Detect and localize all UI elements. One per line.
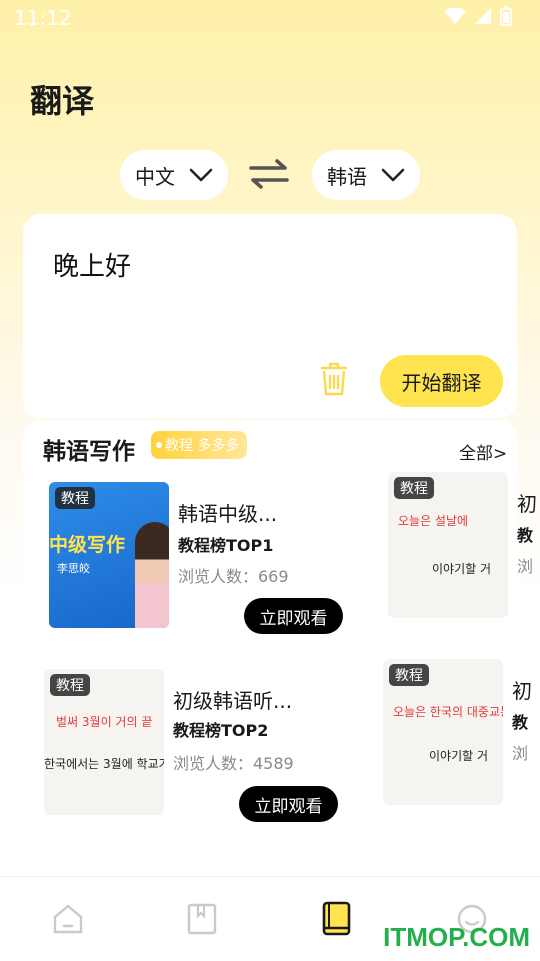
thumbnail-text: 이야기할 거 — [429, 749, 489, 763]
source-language-label: 中文 — [135, 164, 175, 189]
course-views: 浏览人数：4589 — [173, 754, 294, 773]
thumbnail-title: 中级写作 — [49, 534, 126, 556]
course-tag: 教程 — [50, 674, 90, 696]
watch-now-button[interactable]: 立即观看 — [239, 786, 338, 822]
target-language-select[interactable]: 韩语 — [312, 150, 420, 200]
course-thumbnail: 中级写作 李思皎 教程 — [49, 482, 169, 628]
course-card[interactable]: 오늘은 한국의 대중교통 이야기할 거 教程 初 教 浏 — [383, 659, 540, 809]
start-translate-button[interactable]: 开始翻译 — [380, 355, 503, 407]
status-time: 11:12 — [14, 6, 72, 30]
signal-icon — [475, 8, 491, 24]
course-thumbnail: 오늘은 설날에 이야기할 거 教程 — [388, 472, 508, 618]
thumbnail-text: 오늘은 한국의 대중교통 — [393, 705, 503, 719]
course-views: 浏 — [517, 557, 534, 576]
home-icon[interactable] — [52, 903, 84, 935]
section-badge: 教程 多多多 — [151, 431, 248, 459]
section-title: 韩语写作 — [43, 439, 135, 465]
status-icons — [444, 6, 512, 26]
course-views: 浏 — [512, 744, 529, 763]
source-language-select[interactable]: 中文 — [120, 150, 228, 200]
course-tag: 教程 — [55, 487, 95, 509]
trash-icon[interactable] — [319, 362, 349, 396]
watch-now-button[interactable]: 立即观看 — [244, 598, 343, 634]
course-rank: 教程榜TOP2 — [173, 721, 269, 740]
chevron-down-icon — [189, 168, 213, 182]
course-thumbnail: 벌써 3월이 거의 끝 한국에서는 3월에 학교가 教程 — [44, 669, 164, 815]
book-icon[interactable] — [322, 901, 352, 937]
course-views: 浏览人数：669 — [178, 567, 289, 586]
presenter-figure — [135, 522, 169, 628]
course-thumbnail: 오늘은 한국의 대중교통 이야기할 거 教程 — [383, 659, 503, 805]
thumbnail-text: 오늘은 설날에 — [398, 514, 469, 528]
course-title: 韩语中级... — [178, 502, 278, 526]
course-title: 初级韩语听... — [173, 689, 293, 713]
course-card[interactable]: 벌써 3월이 거의 끝 한국에서는 3월에 학교가 教程 初级韩语听... 教程… — [44, 669, 344, 822]
thumbnail-text: 벌써 3월이 거의 끝 — [56, 715, 153, 729]
notebook-icon[interactable] — [187, 903, 217, 935]
chevron-down-icon — [381, 168, 405, 182]
watermark: ITMOP.COM — [383, 922, 530, 952]
course-tag: 教程 — [394, 477, 434, 499]
course-rank: 教 — [512, 713, 529, 732]
page-title: 翻译 — [30, 82, 95, 120]
translate-input[interactable]: 晚上好 — [53, 246, 131, 283]
course-rank: 教程榜TOP1 — [178, 536, 274, 555]
translate-input-card: 晚上好 开始翻译 — [23, 214, 517, 418]
thumbnail-text: 이야기할 거 — [432, 562, 492, 576]
course-tag: 教程 — [389, 664, 429, 686]
course-title: 初 — [517, 492, 537, 516]
wifi-icon — [444, 7, 466, 24]
thumbnail-text: 한국에서는 3월에 학교가 — [44, 757, 164, 771]
see-all-link[interactable]: 全部> — [459, 439, 507, 464]
course-title: 初 — [512, 679, 532, 703]
thumbnail-author: 李思皎 — [57, 562, 90, 575]
swap-languages-icon[interactable] — [247, 158, 291, 190]
battery-icon — [500, 6, 512, 26]
course-card[interactable]: 오늘은 설날에 이야기할 거 教程 初 教 浏 — [388, 472, 540, 622]
target-language-label: 韩语 — [327, 164, 367, 189]
course-rank: 教 — [517, 526, 534, 545]
course-card[interactable]: 中级写作 李思皎 教程 韩语中级... 教程榜TOP1 浏览人数：669 立即观… — [49, 482, 349, 634]
